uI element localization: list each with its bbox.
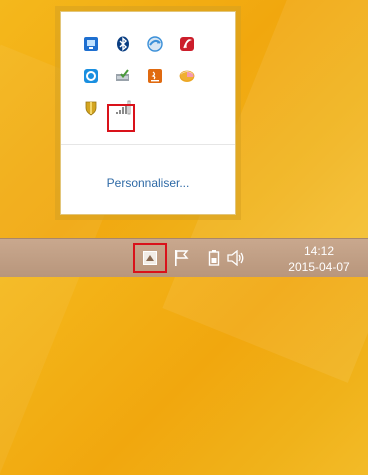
tray-item[interactable]: [75, 92, 107, 124]
action-center-button[interactable]: [170, 247, 192, 269]
tray-overflow-popup: Personnaliser...: [60, 11, 236, 215]
tray-item[interactable]: [75, 28, 107, 60]
java-update-icon: [148, 69, 162, 83]
flag-icon: [175, 250, 189, 266]
clock-time: 14:12: [303, 244, 335, 258]
sync-globe-icon: [147, 36, 163, 52]
tray-item[interactable]: [107, 60, 139, 92]
speaker-icon: [227, 250, 244, 266]
tray-item[interactable]: [75, 60, 107, 92]
cloud-sync-icon: [84, 69, 98, 83]
safely-remove-hardware-icon: [116, 69, 129, 81]
tray-item[interactable]: [171, 60, 203, 92]
security-shield-icon: [85, 101, 97, 116]
taskbar: 14:12 2015-04-07: [0, 238, 368, 277]
highlight-show-hidden-icons: [133, 243, 167, 273]
tray-item[interactable]: [171, 28, 203, 60]
popup-divider: [61, 144, 235, 145]
volume-button[interactable]: [225, 247, 247, 269]
clock[interactable]: 14:12 2015-04-07: [284, 243, 354, 275]
disk-pie-icon: [179, 70, 195, 82]
tray-item[interactable]: [139, 28, 171, 60]
clock-date: 2015-04-07: [288, 260, 350, 274]
battery-icon: [208, 250, 220, 266]
battery-button[interactable]: [203, 247, 225, 269]
acrobat-updater-icon: [180, 37, 194, 51]
bluetooth-icon: [117, 36, 129, 52]
monitor-app-icon: [84, 37, 98, 51]
tray-item[interactable]: [107, 28, 139, 60]
customize-link[interactable]: Personnaliser...: [61, 176, 235, 190]
tray-item[interactable]: [139, 60, 171, 92]
highlight-network-icon: [107, 104, 135, 132]
tray-icon-grid: [75, 28, 203, 124]
